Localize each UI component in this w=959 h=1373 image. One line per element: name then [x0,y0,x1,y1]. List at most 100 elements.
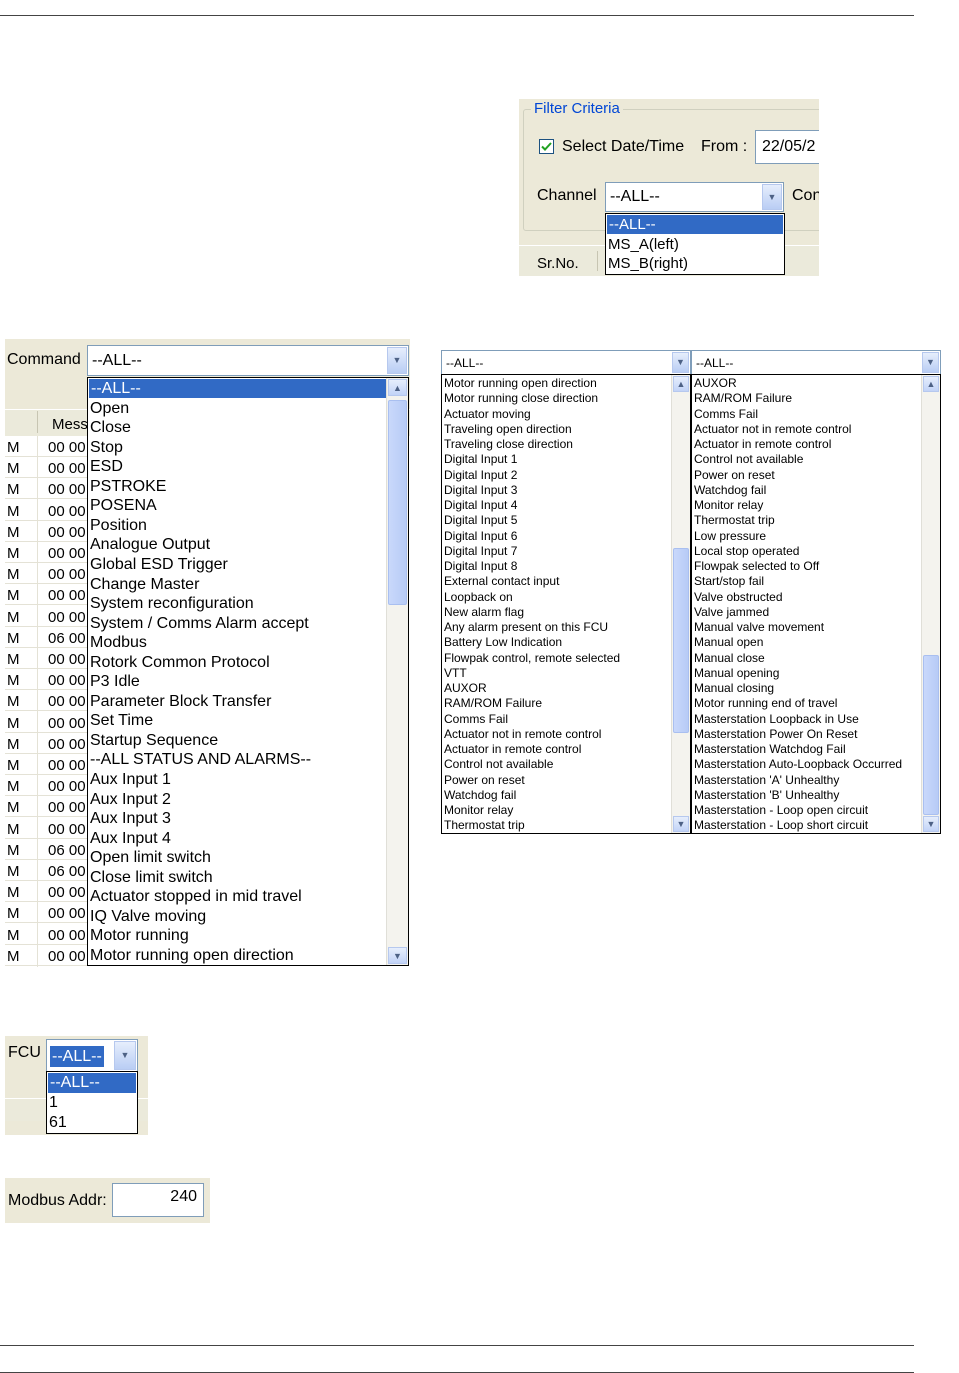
scroll-thumb[interactable] [923,655,939,815]
list-item[interactable]: New alarm flag [444,605,524,620]
list-item[interactable]: Rotork Common Protocol [90,653,270,672]
scroll-down-icon[interactable]: ▼ [673,816,689,832]
list-item[interactable]: Masterstation 'B' Unhealthy [694,788,839,803]
list-item[interactable]: Manual closing [694,681,774,696]
list-item[interactable]: Traveling close direction [444,437,573,452]
channel-option[interactable]: --ALL-- [607,215,783,234]
scroll-down-icon[interactable]: ▼ [388,947,407,964]
status-2-select[interactable]: --ALL-- ▼ [691,350,941,375]
message-column-header[interactable]: Mess [52,416,88,433]
chevron-down-icon[interactable]: ▼ [387,347,407,374]
chevron-down-icon[interactable]: ▼ [922,352,939,373]
list-item[interactable]: Valve jammed [694,605,769,620]
list-item[interactable]: Masterstation Auto-Loopback Occurred [694,757,902,772]
list-item[interactable]: Motor running open direction [90,946,294,965]
list-item[interactable]: Masterstation 'A' Unhealthy [694,773,839,788]
list-item[interactable]: Digital Input 8 [444,559,517,574]
list-item[interactable]: Watchdog fail [444,788,516,803]
list-item[interactable]: PSTROKE [90,477,166,496]
from-date-field[interactable]: 22/05/2 [755,130,819,164]
status-2-scrollbar[interactable]: ▲ ▼ [921,375,940,833]
list-item[interactable]: Control not available [444,757,553,772]
list-item[interactable]: Open [90,399,129,418]
list-item[interactable]: Loopback on [444,590,513,605]
command-list-scrollbar[interactable]: ▲ ▼ [386,378,408,965]
list-item[interactable]: VTT [444,666,467,681]
list-item[interactable]: RAM/ROM Failure [694,391,792,406]
list-item[interactable]: Flowpak control, remote selected [444,651,620,666]
list-item[interactable]: Flowpak selected to Off [694,559,819,574]
list-item[interactable]: Actuator in remote control [444,742,581,757]
list-item[interactable]: Thermostat trip [444,818,525,833]
list-item[interactable]: Monitor relay [444,803,513,818]
list-item[interactable]: Digital Input 7 [444,544,517,559]
chevron-down-icon[interactable]: ▼ [762,184,782,210]
scroll-thumb[interactable] [673,548,689,733]
list-item[interactable]: Control not available [694,452,803,467]
channel-option[interactable]: MS_B(right) [608,254,688,273]
chevron-down-icon[interactable]: ▼ [672,352,689,373]
list-item[interactable]: AUXOR [694,376,737,391]
scroll-up-icon[interactable]: ▲ [923,376,939,392]
list-item[interactable]: Start/stop fail [694,574,764,589]
list-item[interactable]: Actuator not in remote control [444,727,601,742]
list-item[interactable]: Battery Low Indication [444,635,562,650]
list-item[interactable]: Masterstation Power On Reset [694,727,857,742]
scroll-up-icon[interactable]: ▲ [388,379,407,396]
list-item[interactable]: Open limit switch [90,848,211,867]
list-item[interactable]: Aux Input 3 [90,809,171,828]
list-item[interactable]: Stop [90,438,123,457]
list-item[interactable]: Modbus [90,633,147,652]
sr-no-column-header[interactable]: Sr.No. [537,255,579,272]
list-item[interactable]: Actuator stopped in mid travel [90,887,302,906]
list-item[interactable]: Comms Fail [694,407,758,422]
list-item[interactable]: Analogue Output [90,535,210,554]
command-select[interactable]: --ALL-- ▼ [87,345,409,376]
list-item[interactable]: Manual valve movement [694,620,824,635]
list-item[interactable]: Digital Input 4 [444,498,517,513]
list-item[interactable]: Manual open [694,635,763,650]
list-item[interactable]: Manual opening [694,666,779,681]
chevron-down-icon[interactable]: ▼ [114,1041,136,1070]
list-item[interactable]: Digital Input 3 [444,483,517,498]
list-item[interactable]: Masterstation Watchdog Fail [694,742,846,757]
list-item[interactable]: Monitor relay [694,498,763,513]
list-item[interactable]: --ALL STATUS AND ALARMS-- [90,750,311,769]
fcu-option[interactable]: 1 [49,1093,58,1113]
list-item[interactable]: Actuator in remote control [694,437,831,452]
status-1-select[interactable]: --ALL-- ▼ [441,350,691,375]
list-item[interactable]: Digital Input 1 [444,452,517,467]
list-item[interactable]: POSENA [90,496,157,515]
list-item[interactable]: Aux Input 4 [90,829,171,848]
modbus-addr-input[interactable]: 240 [112,1183,204,1217]
list-item[interactable]: AUXOR [444,681,487,696]
list-item[interactable]: Masterstation - Loop open circuit [694,803,868,818]
list-item[interactable]: Digital Input 6 [444,529,517,544]
list-item[interactable]: System / Comms Alarm accept [90,614,309,633]
select-date-time-checkbox[interactable] [539,139,554,154]
list-item[interactable]: Motor running [90,926,189,945]
list-item[interactable]: Set Time [90,711,153,730]
list-item[interactable]: --ALL-- [89,379,386,398]
list-item[interactable]: Masterstation - Loop short circuit [694,818,868,833]
scroll-thumb[interactable] [388,400,407,605]
list-item[interactable]: Startup Sequence [90,731,218,750]
scroll-down-icon[interactable]: ▼ [923,816,939,832]
list-item[interactable]: Manual close [694,651,765,666]
list-item[interactable]: Thermostat trip [694,513,775,528]
status-1-scrollbar[interactable]: ▲ ▼ [671,375,690,833]
list-item[interactable]: Low pressure [694,529,766,544]
list-item[interactable]: Global ESD Trigger [90,555,228,574]
list-item[interactable]: ESD [90,457,123,476]
list-item[interactable]: P3 Idle [90,672,140,691]
list-item[interactable]: Aux Input 1 [90,770,171,789]
list-item[interactable]: Power on reset [694,468,775,483]
fcu-option[interactable]: --ALL-- [48,1073,136,1093]
channel-select[interactable]: --ALL-- ▼ [605,182,784,212]
scroll-up-icon[interactable]: ▲ [673,376,689,392]
list-item[interactable]: Actuator moving [444,407,531,422]
list-item[interactable]: Any alarm present on this FCU [444,620,608,635]
list-item[interactable]: Parameter Block Transfer [90,692,271,711]
fcu-option[interactable]: 61 [49,1113,67,1133]
list-item[interactable]: Close [90,418,131,437]
